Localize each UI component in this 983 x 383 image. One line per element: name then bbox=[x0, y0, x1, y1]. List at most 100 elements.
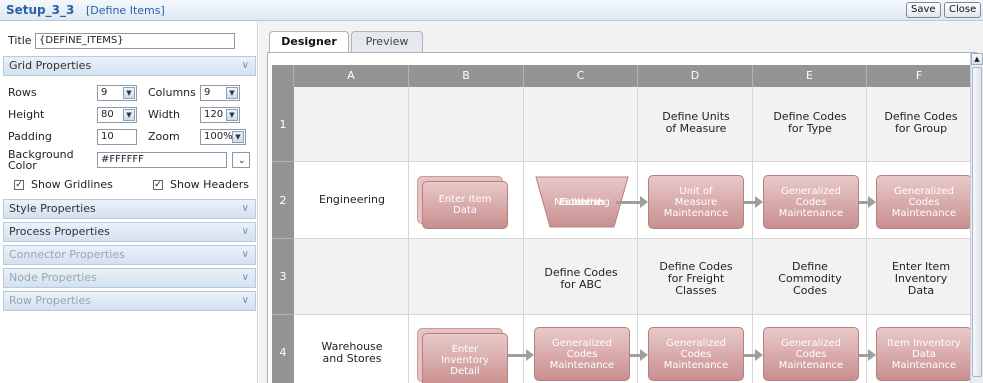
width-select[interactable]: 120 ▼ bbox=[200, 107, 240, 123]
process-grid: A B C D E F 1 2 3 4 Define Units of Meas… bbox=[272, 65, 970, 383]
column-header-a[interactable]: A bbox=[294, 65, 409, 87]
text-line: Unit of bbox=[679, 185, 713, 197]
row-header-4[interactable]: 4 bbox=[272, 315, 294, 383]
chevron-down-icon: ∨ bbox=[241, 60, 249, 71]
title-label: Title bbox=[8, 34, 32, 47]
column-header-c[interactable]: C bbox=[524, 65, 638, 87]
arrow-head-icon bbox=[755, 196, 763, 208]
style-properties-header[interactable]: Style Properties ∨ bbox=[3, 199, 256, 219]
connector-line[interactable] bbox=[616, 201, 642, 204]
arrow-head-icon bbox=[755, 349, 763, 361]
text-line: Generalized bbox=[894, 185, 954, 197]
save-button[interactable]: Save bbox=[906, 2, 941, 18]
process-properties-label: Process Properties bbox=[9, 225, 110, 238]
process-properties-header[interactable]: Process Properties ∨ bbox=[3, 222, 256, 242]
text-line: Classes bbox=[675, 284, 717, 297]
process-node-enter-inventory-detail[interactable]: Enter Inventory Detail bbox=[422, 333, 508, 383]
process-node-unit-of-measure[interactable]: Unit of Measure Maintenance bbox=[648, 175, 744, 229]
properties-panel: Title {DEFINE_ITEMS} Grid Properties ∨ R… bbox=[0, 21, 258, 383]
tab-designer[interactable]: Designer bbox=[269, 31, 349, 52]
text-line: Enter bbox=[451, 343, 479, 355]
chevron-down-icon: ▼ bbox=[226, 87, 238, 99]
row-properties-label: Row Properties bbox=[9, 294, 91, 307]
background-color-input[interactable]: #FFFFFF bbox=[97, 152, 227, 168]
connector-line[interactable] bbox=[508, 354, 528, 357]
dropdown-icon: ⌄ bbox=[238, 156, 246, 166]
scroll-up-icon[interactable]: ▲ bbox=[971, 53, 983, 65]
close-button[interactable]: Close bbox=[944, 2, 982, 18]
row-header-1[interactable]: 1 bbox=[272, 87, 294, 162]
rows-label: Rows bbox=[8, 86, 37, 99]
column-header-b[interactable]: B bbox=[409, 65, 524, 87]
text-line: Maintenance bbox=[891, 207, 957, 219]
column-header-f[interactable]: F bbox=[867, 65, 970, 87]
text-line: for Type bbox=[788, 122, 832, 135]
process-node-item-inventory[interactable]: Item Inventory Data Maintenance bbox=[876, 327, 970, 381]
zoom-label: Zoom bbox=[148, 130, 180, 143]
row-header-3[interactable]: 3 bbox=[272, 239, 294, 315]
height-select[interactable]: 80 ▼ bbox=[97, 107, 137, 123]
text-line: Codes bbox=[908, 196, 940, 208]
columns-select[interactable]: 9 ▼ bbox=[200, 85, 240, 101]
text-line: Item Inventory bbox=[887, 337, 961, 349]
scroll-thumb[interactable] bbox=[972, 67, 982, 377]
show-gridlines-label: Show Gridlines bbox=[31, 178, 113, 191]
node-properties-header[interactable]: Node Properties ∨ bbox=[3, 268, 256, 288]
process-node-generalized-codes-d4[interactable]: Generalized Codes Maintenance bbox=[648, 327, 744, 381]
text-line: for Group bbox=[894, 122, 948, 135]
row-header-2[interactable]: 2 bbox=[272, 162, 294, 239]
process-node-generalized-codes-c4[interactable]: Generalized Codes Maintenance bbox=[534, 327, 630, 381]
chevron-down-icon: ▼ bbox=[232, 131, 244, 143]
text-line: Generalized bbox=[781, 337, 841, 349]
text-line: Maintenance bbox=[549, 359, 615, 371]
zoom-select[interactable]: 100% ▼ bbox=[200, 129, 246, 145]
show-headers-checkbox[interactable]: ✓ bbox=[153, 180, 163, 190]
padding-input[interactable]: 10 bbox=[97, 129, 137, 145]
chevron-down-icon: ∨ bbox=[241, 249, 249, 260]
text-line: Codes bbox=[795, 196, 827, 208]
rows-value: 9 bbox=[101, 87, 108, 98]
grid-corner bbox=[272, 65, 294, 87]
process-node-enter-item-data[interactable]: Enter Item Data bbox=[422, 181, 508, 229]
text-line: for ABC bbox=[560, 278, 602, 291]
grid-cell[interactable] bbox=[409, 239, 524, 315]
node-properties-label: Node Properties bbox=[9, 271, 97, 284]
grid-cell[interactable] bbox=[524, 87, 638, 162]
process-node-generalized-codes-e2[interactable]: Generalized Codes Maintenance bbox=[763, 175, 859, 229]
text-line: of Measure bbox=[665, 122, 727, 135]
column-header-e[interactable]: E bbox=[753, 65, 867, 87]
process-node-generalized-codes-f2[interactable]: Generalized Codes Maintenance bbox=[876, 175, 970, 229]
text-line: Maintenance bbox=[891, 359, 957, 371]
color-picker-button[interactable]: ⌄ bbox=[232, 152, 250, 168]
vertical-scrollbar[interactable]: ▲ bbox=[970, 53, 983, 383]
text-line: Codes bbox=[795, 348, 827, 360]
cell-e1-text: Define Codes for Type bbox=[755, 111, 865, 135]
chevron-down-icon: ∨ bbox=[241, 272, 249, 283]
chevron-down-icon: ∨ bbox=[241, 203, 249, 214]
cell-f1-text: Define Codes for Group bbox=[866, 111, 970, 135]
chevron-down-icon: ∨ bbox=[241, 226, 249, 237]
process-node-generalized-codes-e4[interactable]: Generalized Codes Maintenance bbox=[763, 327, 859, 381]
tab-preview[interactable]: Preview bbox=[351, 31, 423, 52]
text-line: Maintenance bbox=[663, 359, 729, 371]
designer-canvas[interactable]: A B C D E F 1 2 3 4 Define Units of Meas… bbox=[267, 53, 970, 383]
text-line: Measure bbox=[674, 196, 718, 208]
text-line: Codes bbox=[680, 348, 712, 360]
grid-cell[interactable] bbox=[409, 87, 524, 162]
show-gridlines-checkbox[interactable]: ✓ bbox=[14, 180, 24, 190]
rows-select[interactable]: 9 ▼ bbox=[97, 85, 137, 101]
arrow-head-icon bbox=[868, 349, 876, 361]
grid-cell[interactable] bbox=[294, 239, 409, 315]
connector-properties-header[interactable]: Connector Properties ∨ bbox=[3, 245, 256, 265]
column-header-d[interactable]: D bbox=[638, 65, 753, 87]
cell-d3-text: Define Codes for Freight Classes bbox=[641, 261, 751, 297]
grid-cell[interactable] bbox=[294, 87, 409, 162]
columns-value: 9 bbox=[204, 87, 211, 98]
row-properties-header[interactable]: Row Properties ∨ bbox=[3, 291, 256, 311]
window-title-bar: Setup_3_3 [Define Items] Save Close bbox=[0, 0, 983, 21]
chevron-down-icon: ▼ bbox=[123, 109, 135, 121]
title-input[interactable]: {DEFINE_ITEMS} bbox=[35, 33, 235, 49]
height-value: 80 bbox=[101, 109, 114, 120]
connector-properties-label: Connector Properties bbox=[9, 248, 125, 261]
grid-properties-header[interactable]: Grid Properties ∨ bbox=[3, 56, 256, 76]
